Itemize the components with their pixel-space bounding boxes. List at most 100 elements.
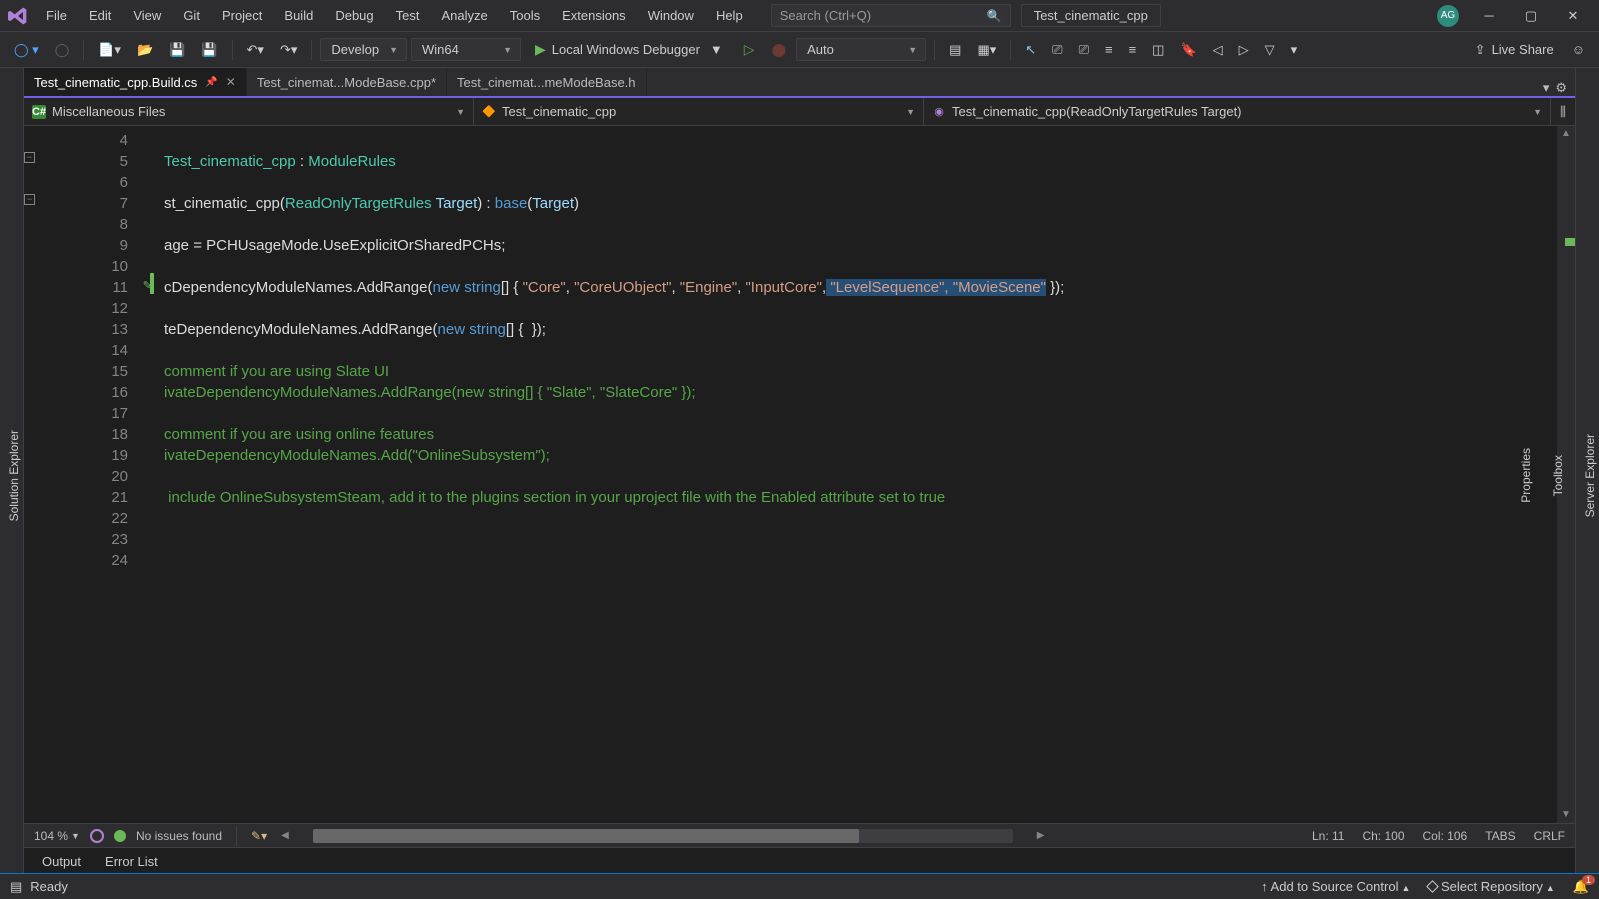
main-toolbar: ◯ ▾ ◯ 📄▾ 📂 💾 💾 ↶▾ ↷▾ Develop▼ Win64▼ ▶Lo… <box>0 32 1599 68</box>
crlf-indicator[interactable]: CRLF <box>1534 829 1565 843</box>
nav-type-label: Test_cinematic_cpp <box>502 104 616 119</box>
menu-project[interactable]: Project <box>212 4 272 27</box>
col-indicator[interactable]: Col: 106 <box>1423 829 1468 843</box>
menu-help[interactable]: Help <box>706 4 753 27</box>
ok-status-icon <box>114 830 126 842</box>
close-button[interactable]: ✕ <box>1553 0 1593 32</box>
start-without-debug-button[interactable]: ▷ <box>737 36 762 63</box>
select-repository-button[interactable]: Select Repository▲ <box>1428 879 1554 894</box>
hscroll-left-arrow[interactable]: ◀ <box>277 830 293 841</box>
menu-view[interactable]: View <box>123 4 171 27</box>
nav-member-dropdown[interactable]: ◉ Test_cinematic_cpp(ReadOnlyTargetRules… <box>924 98 1551 125</box>
rail-toolbox[interactable]: Toolbox <box>1549 449 1567 502</box>
split-editor-icon[interactable]: ⫼ <box>1551 98 1575 125</box>
bookmark-next-icon[interactable]: ▷ <box>1233 38 1255 62</box>
brush-icon[interactable]: ✎▾ <box>251 829 267 843</box>
tab-label: Test_cinematic_cpp.Build.cs <box>34 75 197 90</box>
redo-button[interactable]: ↷▾ <box>274 38 303 62</box>
ready-icon: ▤ <box>10 879 22 895</box>
csharp-icon: C# <box>32 105 46 119</box>
tab-modebase-h[interactable]: Test_cinemat...meModeBase.h <box>447 68 646 96</box>
menu-git[interactable]: Git <box>173 4 210 27</box>
start-debug-button[interactable]: ▶Local Windows Debugger▼ <box>525 38 733 61</box>
nav-type-dropdown[interactable]: 🔶 Test_cinematic_cpp ▼ <box>474 98 924 125</box>
platform-dropdown[interactable]: Win64▼ <box>411 38 521 61</box>
fold-toggle[interactable]: − <box>24 152 35 163</box>
outdent-icon[interactable]: ≡ <box>1099 38 1119 61</box>
zoom-control[interactable]: 104 %▼ <box>34 829 80 843</box>
live-share-button[interactable]: ⇪Live Share <box>1467 38 1562 62</box>
add-source-control-button[interactable]: ↑ Add to Source Control▲ <box>1261 879 1410 894</box>
config-dropdown[interactable]: Develop▼ <box>320 38 407 61</box>
bookmark-icon[interactable]: 🔖 <box>1174 38 1202 62</box>
tab-settings-icon[interactable]: ⚙ <box>1555 80 1567 96</box>
nav-back-button[interactable]: ◯ ▾ <box>8 38 45 62</box>
output-tab[interactable]: Output <box>30 850 93 873</box>
navigation-bar: C# Miscellaneous Files ▼ 🔶 Test_cinemati… <box>24 98 1575 126</box>
menu-window[interactable]: Window <box>638 4 704 27</box>
change-indicator-icon <box>1565 238 1575 246</box>
maximize-button[interactable]: ▢ <box>1511 0 1551 32</box>
toolbar-icon-4[interactable]: ⎚ <box>1073 38 1095 62</box>
rail-properties[interactable]: Properties <box>1517 442 1535 509</box>
rail-solution-explorer[interactable]: Solution Explorer <box>5 424 23 527</box>
menu-edit[interactable]: Edit <box>79 4 121 27</box>
indent-icon[interactable]: ≡ <box>1123 38 1143 61</box>
notifications-button[interactable]: 🔔1 <box>1573 879 1589 895</box>
search-input[interactable]: Search (Ctrl+Q) 🔍 <box>771 4 1011 27</box>
menu-tools[interactable]: Tools <box>500 4 550 27</box>
quick-action-icon[interactable]: ✎ <box>143 276 152 297</box>
code-editor[interactable]: Test_cinematic_cpp : ModuleRulesst_cinem… <box>154 126 1557 823</box>
status-bar: ▤ Ready ↑ Add to Source Control▲ Select … <box>0 873 1599 899</box>
hscroll-right-arrow[interactable]: ▶ <box>1033 830 1049 841</box>
minimize-button[interactable]: ─ <box>1469 0 1509 32</box>
feedback-icon[interactable]: ☺ <box>1566 38 1591 61</box>
user-avatar[interactable]: AG <box>1437 5 1459 27</box>
toolbar-icon-2[interactable]: ▦▾ <box>971 38 1002 62</box>
fold-toggle[interactable]: − <box>24 194 35 205</box>
new-item-button[interactable]: 📄▾ <box>92 38 127 62</box>
editor-status-bar: 104 %▼ No issues found ✎▾ ◀ ▶ Ln: 11 Ch:… <box>24 823 1575 847</box>
char-indicator[interactable]: Ch: 100 <box>1362 829 1404 843</box>
solution-title: Test_cinematic_cpp <box>1021 4 1161 27</box>
menu-extensions[interactable]: Extensions <box>552 4 636 27</box>
scroll-down-arrow[interactable]: ▼ <box>1557 807 1575 823</box>
menu-build[interactable]: Build <box>274 4 323 27</box>
line-indicator[interactable]: Ln: 11 <box>1312 829 1344 843</box>
issues-label: No issues found <box>136 829 222 843</box>
nav-scope-dropdown[interactable]: C# Miscellaneous Files ▼ <box>24 98 474 125</box>
tabs-indicator[interactable]: TABS <box>1485 829 1515 843</box>
right-tool-rail: Server Explorer Toolbox Properties <box>1575 68 1599 873</box>
document-tabs: Test_cinematic_cpp.Build.cs 📌 ✕ Test_cin… <box>24 68 1575 98</box>
tab-modebase-cpp[interactable]: Test_cinemat...ModeBase.cpp* <box>247 68 447 96</box>
code-health-icon[interactable] <box>90 829 104 843</box>
rail-server-explorer[interactable]: Server Explorer <box>1581 428 1599 523</box>
save-all-button[interactable]: 💾 <box>195 38 223 62</box>
comment-icon[interactable]: ◫ <box>1146 38 1170 62</box>
hot-reload-button[interactable]: ⬤ <box>766 38 793 62</box>
save-button[interactable]: 💾 <box>163 38 191 62</box>
toolbar-icon-3[interactable]: ⎚ <box>1046 38 1068 62</box>
tab-dropdown-icon[interactable]: ▾ <box>1543 80 1550 96</box>
menu-file[interactable]: File <box>36 4 77 27</box>
nav-scope-label: Miscellaneous Files <box>52 104 165 119</box>
auto-dropdown[interactable]: Auto▼ <box>796 38 926 61</box>
cursor-icon[interactable]: ↖ <box>1019 38 1042 62</box>
nav-forward-button[interactable]: ◯ <box>49 38 76 62</box>
tab-build-cs[interactable]: Test_cinematic_cpp.Build.cs 📌 ✕ <box>24 68 247 96</box>
error-list-tab[interactable]: Error List <box>93 850 170 873</box>
open-button[interactable]: 📂 <box>131 38 159 62</box>
toolbar-icon-1[interactable]: ▤ <box>943 38 967 62</box>
bookmark-prev-icon[interactable]: ◁ <box>1207 38 1229 62</box>
toolbar-overflow[interactable]: ▾ <box>1285 38 1304 62</box>
scroll-up-arrow[interactable]: ▲ <box>1557 126 1575 142</box>
menu-analyze[interactable]: Analyze <box>431 4 497 27</box>
menu-debug[interactable]: Debug <box>325 4 383 27</box>
line-number-gutter: 45−67−891011✎12131415161718192021222324 <box>24 126 154 823</box>
undo-button[interactable]: ↶▾ <box>241 38 270 62</box>
close-icon[interactable]: ✕ <box>226 75 236 89</box>
pin-icon[interactable]: 📌 <box>205 77 217 88</box>
menu-test[interactable]: Test <box>386 4 430 27</box>
bookmark-clear-icon[interactable]: ▽ <box>1259 38 1281 62</box>
horizontal-scrollbar[interactable] <box>313 829 1013 843</box>
